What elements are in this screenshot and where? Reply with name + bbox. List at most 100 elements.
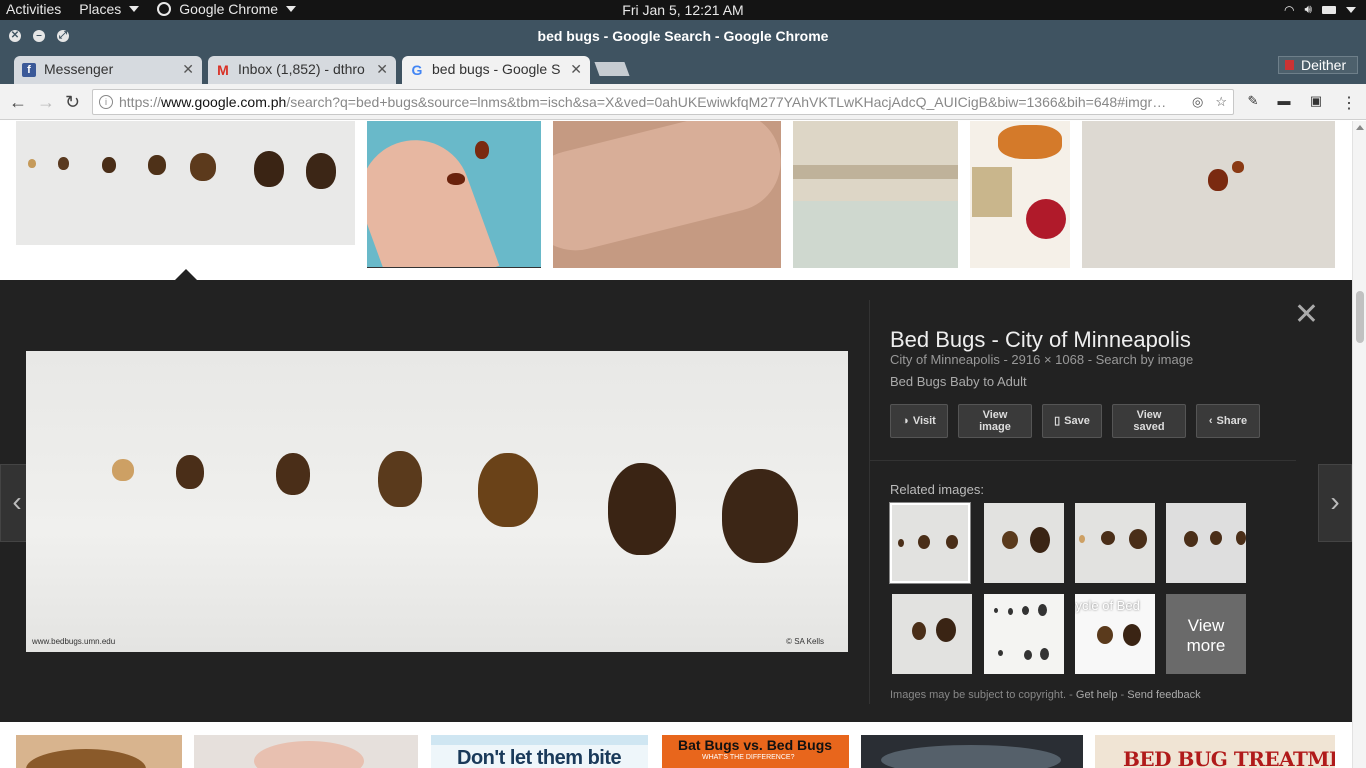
close-icon[interactable]: ✕ [1294, 297, 1319, 332]
thumbnail-bottom-5[interactable] [861, 735, 1083, 768]
profile-name: Deither [1301, 57, 1347, 73]
address-bar[interactable]: i https://www.google.com.ph/search?q=bed… [92, 89, 1234, 115]
scroll-up-arrow[interactable] [1356, 125, 1364, 130]
system-top-bar: Activities Places Google Chrome Fri Jan … [0, 0, 1366, 20]
wifi-icon: ◠ [1283, 2, 1295, 17]
thumbnail-mattress-seam[interactable] [793, 121, 958, 268]
thumbnail-caption: Bat Bugs vs. Bed Bugs [678, 737, 833, 753]
menu-icon[interactable]: ⋮ [1340, 93, 1358, 112]
window-title-bar: ✕ – ⤢ bed bugs - Google Search - Google … [0, 20, 1366, 52]
system-tray[interactable]: ◠ 🔊︎ [1284, 2, 1356, 17]
url-host: www.google.com.ph [161, 94, 287, 110]
window-title: bed bugs - Google Search - Google Chrome [537, 28, 829, 44]
battery-icon [1322, 5, 1336, 14]
gmail-icon: M [217, 62, 229, 78]
save-button[interactable]: ▯ Save [1042, 404, 1102, 438]
profile-button[interactable]: Deither [1278, 56, 1358, 74]
tab-label: bed bugs - Google S [432, 61, 561, 77]
url-path: /search?q=bed+bugs&source=lnms&tbm=isch&… [286, 94, 1167, 110]
share-button[interactable]: ‹ Share [1196, 404, 1260, 438]
thumbnail-caption: Don't let them bite [457, 747, 622, 768]
image-dimensions: 2916 × 1068 [1011, 352, 1085, 367]
visit-label: Visit [912, 415, 936, 427]
tab-google-search[interactable]: G bed bugs - Google S ✕ [402, 56, 590, 84]
close-icon[interactable]: ✕ [182, 61, 194, 78]
extension-icon[interactable]: ✎ [1244, 93, 1262, 111]
browser-toolbar: ← → ↻ i https://www.google.com.ph/search… [0, 84, 1366, 120]
info-icon[interactable]: i [99, 95, 113, 109]
incognito-extension-icon[interactable]: ▣ [1307, 93, 1325, 111]
thumbnail-bottom-1[interactable] [16, 735, 182, 768]
image-title[interactable]: Bed Bugs - City of Minneapolis [890, 327, 1191, 353]
preview-sidebar: ✕ Bed Bugs - City of Minneapolis City of… [869, 298, 1319, 704]
view-image-label: View image [979, 409, 1011, 433]
bookmark-icon: ▯ [1054, 415, 1061, 427]
thumbnail-bed-bug-treatment[interactable]: BED BUG TREATMENT [1095, 735, 1335, 768]
volume-icon: 🔊︎ [1304, 2, 1312, 16]
thumbnail-bottom-2[interactable] [194, 735, 418, 768]
close-icon[interactable]: ✕ [376, 61, 388, 78]
related-image[interactable] [984, 594, 1064, 674]
divider [870, 460, 1296, 461]
related-image[interactable] [892, 594, 972, 674]
thumbnail-bedbugs-lineup[interactable] [16, 121, 355, 245]
clock[interactable]: Fri Jan 5, 12:21 AM [0, 2, 1366, 18]
image-meta: City of Minneapolis - 2916 × 1068 - Sear… [890, 352, 1194, 367]
related-image[interactable] [890, 503, 970, 583]
thumbnail-bugs-on-finger[interactable] [367, 121, 541, 268]
send-feedback-link[interactable]: Send feedback [1127, 689, 1200, 701]
location-icon[interactable]: ◎ [1192, 90, 1203, 114]
related-image[interactable] [984, 503, 1064, 583]
google-icon: G [411, 62, 423, 78]
image-preview-panel: ‹ www.bedbugs.umn.edu © SA Kells › ✕ Bed… [0, 280, 1352, 722]
tab-gmail[interactable]: M Inbox (1,852) - dthro ✕ [208, 56, 396, 84]
search-by-image-link[interactable]: Search by image [1096, 352, 1194, 367]
page-scrollbar[interactable] [1352, 121, 1366, 768]
view-more-button[interactable]: View more [1166, 594, 1246, 674]
next-image-button[interactable]: › [1318, 464, 1352, 542]
scrollbar-thumb[interactable] [1356, 291, 1364, 343]
related-image[interactable] [1166, 503, 1246, 583]
thumbnail-bite-on-finger[interactable] [553, 121, 781, 268]
chevron-down-icon [1346, 6, 1356, 13]
facebook-icon: f [22, 63, 36, 77]
tab-messenger[interactable]: f Messenger ✕ [14, 56, 202, 84]
save-label: Save [1064, 415, 1090, 427]
visit-button[interactable]: ◑ Visit [890, 404, 948, 438]
thumbnail-bat-bugs-vs-bed-bugs[interactable]: Bat Bugs vs. Bed Bugs WHAT'S THE DIFFERE… [662, 735, 849, 768]
forward-button[interactable]: → [37, 92, 55, 113]
related-images-label: Related images: [890, 482, 984, 497]
url-scheme: https:// [119, 94, 162, 110]
preview-image[interactable]: www.bedbugs.umn.edu © SA Kells [26, 351, 848, 652]
related-image[interactable]: cycle of Bed [1075, 594, 1155, 674]
copyright-notice: Images may be subject to copyright. [890, 689, 1067, 701]
new-tab-button[interactable] [594, 62, 630, 76]
preview-action-buttons: ◑ Visit View image ▯ Save View saved ‹ Shar… [890, 404, 1260, 438]
close-icon[interactable]: ✕ [570, 61, 582, 78]
image-description: Bed Bugs Baby to Adult [890, 374, 1027, 389]
reload-button[interactable]: ↻ [65, 92, 80, 113]
related-image-caption: cycle of Bed [1075, 598, 1140, 613]
thumbnail-dont-let-them-bite[interactable]: Don't let them bite [431, 735, 648, 768]
thumbnail-infographic[interactable] [970, 121, 1070, 268]
glasses-extension-icon[interactable]: ▬ [1275, 93, 1293, 111]
image-watermark-right: © SA Kells [786, 637, 824, 646]
page-content: ‹ www.bedbugs.umn.edu © SA Kells › ✕ Bed… [0, 121, 1352, 768]
thumbnail-subcaption: WHAT'S THE DIFFERENCE? [702, 754, 795, 761]
related-image[interactable] [1075, 503, 1155, 583]
panel-footer: Images may be subject to copyright. - Ge… [890, 689, 1201, 701]
thumbnail-bugs-on-fabric[interactable] [1082, 121, 1335, 268]
view-image-button[interactable]: View image [958, 404, 1032, 438]
share-icon: ‹ [1208, 415, 1213, 427]
share-label: Share [1216, 415, 1248, 427]
view-more-label: View more [1186, 616, 1226, 655]
image-source-link[interactable]: City of Minneapolis [890, 352, 1000, 367]
thumbnail-caption: BED BUG TREATMENT [1123, 747, 1335, 768]
view-saved-label: View saved [1133, 409, 1165, 433]
get-help-link[interactable]: Get help [1076, 689, 1118, 701]
bookmark-star-icon[interactable]: ☆ [1215, 90, 1227, 114]
view-saved-button[interactable]: View saved [1112, 404, 1186, 438]
tab-label: Messenger [44, 61, 114, 77]
globe-icon: ◑ [902, 415, 909, 427]
back-button[interactable]: ← [9, 92, 27, 113]
